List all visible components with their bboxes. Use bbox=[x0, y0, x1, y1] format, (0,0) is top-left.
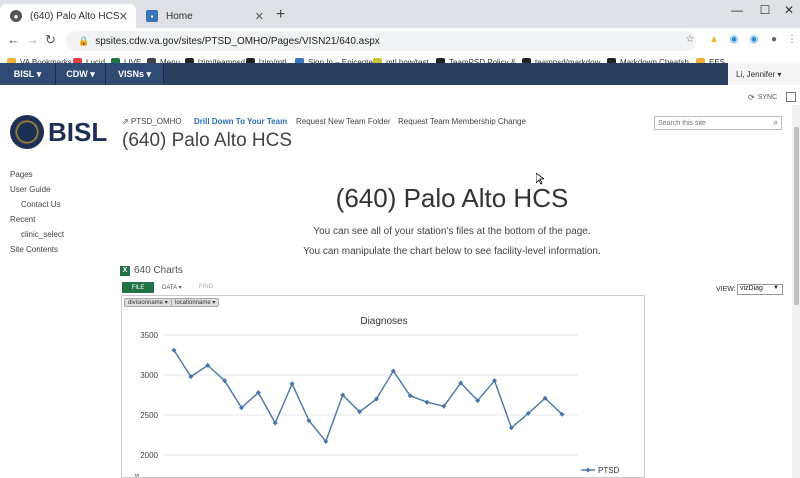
y-tick-label: 2000 bbox=[140, 451, 158, 460]
ribbon-file-tab[interactable]: FILE bbox=[122, 282, 154, 293]
ribbon-find-tab[interactable]: FIND bbox=[199, 284, 213, 290]
suite-button-label: VISNs bbox=[117, 69, 144, 79]
logo-text: BISL bbox=[48, 116, 108, 147]
chart-frame: Diagnoses 3500 3000 2500 2000 ts PTSD bbox=[121, 295, 645, 478]
view-select[interactable]: vizDiag ▼ bbox=[737, 284, 783, 295]
diagnoses-chart: Diagnoses 3500 3000 2500 2000 ts PTSD bbox=[134, 316, 620, 478]
extension-globe2-icon[interactable]: ◉ bbox=[748, 34, 760, 46]
browser-toolbar: ← → ↻ 🔒 spsites.cdw.va.gov/sites/PTSD_OM… bbox=[0, 28, 800, 54]
close-window-icon[interactable]: ✕ bbox=[772, 3, 800, 17]
extension-globe-icon[interactable]: ◉ bbox=[728, 34, 740, 46]
suite-button-cdw[interactable]: CDW ▾ bbox=[56, 63, 106, 85]
close-tab-icon[interactable]: ✕ bbox=[255, 10, 264, 23]
data-point bbox=[424, 399, 430, 405]
user-name: Li, Jennifer bbox=[736, 69, 776, 79]
lock-icon: 🔒 bbox=[78, 35, 90, 46]
ribbon-label: DATA bbox=[162, 285, 177, 291]
site-favicon-icon: ● bbox=[10, 10, 22, 22]
sharepoint-favicon-icon: ▪ bbox=[146, 10, 158, 22]
sync-icon: ⟳ bbox=[748, 93, 755, 102]
back-icon[interactable]: ← bbox=[7, 32, 20, 47]
tab-home[interactable]: ▪ Home ✕ bbox=[136, 4, 272, 28]
mouse-cursor-icon bbox=[536, 173, 544, 185]
va-seal-icon bbox=[10, 115, 44, 149]
reload-icon[interactable]: ↻ bbox=[45, 32, 56, 48]
new-tab-icon[interactable]: + bbox=[276, 6, 285, 24]
extension-drive-icon[interactable]: ▲ bbox=[708, 34, 720, 46]
y-tick-label: 3000 bbox=[140, 371, 158, 380]
profile-icon[interactable]: ● bbox=[768, 34, 780, 46]
topnav-drill-down[interactable]: Drill Down To Your Team bbox=[194, 117, 287, 126]
topnav-request-folder[interactable]: Request New Team Folder bbox=[296, 117, 391, 126]
topnav-request-membership[interactable]: Request Team Membership Change bbox=[398, 117, 526, 126]
y-axis-label: ts bbox=[134, 473, 141, 478]
filter-label: locationname bbox=[175, 299, 211, 306]
tab-label: (640) Palo Alto HCS bbox=[30, 10, 120, 22]
close-tab-icon[interactable]: ✕ bbox=[119, 10, 128, 23]
intro-line-1: You can see all of your station's files … bbox=[313, 226, 591, 237]
site-title[interactable]: (640) Palo Alto HCS bbox=[122, 130, 292, 152]
y-tick-label: 3500 bbox=[140, 331, 158, 340]
focus-content-icon[interactable] bbox=[786, 92, 796, 102]
search-icon[interactable]: ⌕ bbox=[774, 118, 778, 128]
browser-tab-bar: ● (640) Palo Alto HCS ✕ ▪ Home ✕ + — ☐ ✕ bbox=[0, 0, 800, 28]
ribbon-label: FILE bbox=[131, 284, 145, 291]
intro-line-2: You can manipulate the chart below to se… bbox=[303, 246, 601, 257]
sync-button[interactable]: ⟳ SYNC bbox=[748, 93, 777, 102]
filter-locationname[interactable]: locationname ▾ bbox=[171, 298, 220, 307]
suite-button-label: BISL bbox=[13, 69, 35, 79]
ribbon-label: FIND bbox=[199, 284, 213, 290]
charts-title: 640 Charts bbox=[134, 265, 183, 276]
suite-button-label: CDW bbox=[66, 69, 88, 79]
legend-label: PTSD bbox=[598, 466, 620, 475]
sync-label: SYNC bbox=[757, 94, 778, 101]
topnav-ptsd-omho[interactable]: ⇗ PTSD_OMHO bbox=[122, 117, 182, 126]
scrollbar-thumb[interactable] bbox=[794, 127, 799, 305]
address-bar[interactable]: 🔒 spsites.cdw.va.gov/sites/PTSD_OMHO/Pag… bbox=[66, 31, 696, 51]
data-point bbox=[289, 381, 295, 387]
forward-icon[interactable]: → bbox=[26, 32, 39, 47]
search-input[interactable]: Search this site ⌕ bbox=[654, 116, 782, 130]
search-placeholder: Search this site bbox=[658, 119, 706, 127]
filter-divisionname[interactable]: divisionname ▾ bbox=[124, 298, 172, 307]
user-menu[interactable]: Li, Jennifer ▾ bbox=[728, 63, 800, 85]
view-selected-value: vizDiag bbox=[740, 285, 763, 292]
topnav-label: PTSD_OMHO bbox=[130, 117, 182, 126]
leftnav-pages[interactable]: Pages bbox=[10, 170, 33, 179]
leftnav-recent: Recent bbox=[10, 215, 36, 224]
y-tick-label: 2500 bbox=[140, 411, 158, 420]
series-line bbox=[173, 349, 563, 443]
filter-label: divisionname bbox=[128, 299, 164, 306]
ribbon-data-tab[interactable]: DATA ▾ bbox=[162, 284, 181, 291]
excel-icon: X bbox=[120, 265, 130, 276]
url-text: spsites.cdw.va.gov/sites/PTSD_OMHO/Pages… bbox=[95, 35, 380, 47]
page-heading: (640) Palo Alto HCS bbox=[335, 183, 569, 213]
bisl-logo[interactable]: BISL bbox=[10, 115, 107, 149]
tab-label: Home bbox=[166, 10, 193, 22]
tab-palo-alto[interactable]: ● (640) Palo Alto HCS ✕ bbox=[0, 4, 136, 28]
charts-header: X 640 Charts bbox=[120, 265, 183, 276]
edit-links-icon: ⇗ bbox=[122, 117, 129, 126]
view-label: VIEW: bbox=[716, 286, 736, 293]
legend-marker bbox=[585, 467, 591, 473]
suite-button-visns[interactable]: VISNs ▾ bbox=[106, 63, 164, 85]
bookmark-star-icon[interactable]: ☆ bbox=[684, 34, 696, 46]
suite-button-bisl[interactable]: BISL ▾ bbox=[0, 63, 56, 85]
menu-kebab-icon[interactable]: ⋮ bbox=[786, 34, 798, 46]
chevron-down-icon: ▼ bbox=[773, 285, 779, 291]
chart-title: Diagnoses bbox=[360, 316, 407, 327]
suite-bar: BISL ▾ CDW ▾ VISNs ▾ bbox=[0, 63, 800, 85]
